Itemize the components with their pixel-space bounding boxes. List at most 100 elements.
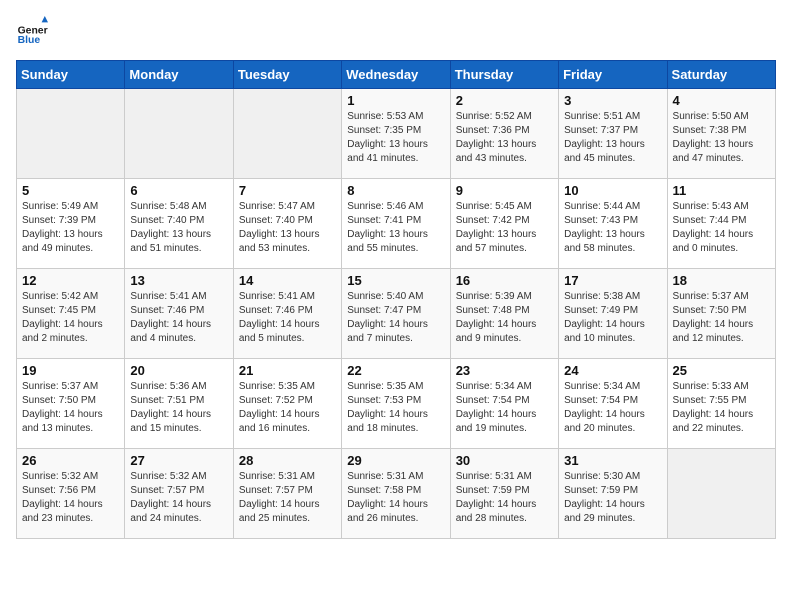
- calendar-cell: 20 Sunrise: 5:36 AM Sunset: 7:51 PM Dayli…: [125, 359, 233, 449]
- day-number: 2: [456, 93, 553, 108]
- day-info: Sunrise: 5:37 AM Sunset: 7:50 PM Dayligh…: [22, 380, 119, 436]
- calendar-table: SundayMondayTuesdayWednesdayThursdayFrid…: [16, 60, 776, 539]
- calendar-cell: 5 Sunrise: 5:49 AM Sunset: 7:39 PM Daylig…: [17, 179, 125, 269]
- calendar-cell: 7 Sunrise: 5:47 AM Sunset: 7:40 PM Daylig…: [233, 179, 341, 269]
- calendar-cell: 17 Sunrise: 5:38 AM Sunset: 7:49 PM Dayli…: [559, 269, 667, 359]
- logo: General Blue: [16, 16, 48, 48]
- day-number: 28: [239, 453, 336, 468]
- calendar-cell: [233, 89, 341, 179]
- calendar-cell: [667, 449, 775, 539]
- day-info: Sunrise: 5:44 AM Sunset: 7:43 PM Dayligh…: [564, 200, 661, 256]
- calendar-cell: 1Sunrise: 5:53 AM Sunset: 7:35 PM Daylig…: [342, 89, 450, 179]
- weekday-header-friday: Friday: [559, 61, 667, 89]
- weekday-header-sunday: Sunday: [17, 61, 125, 89]
- day-number: 24: [564, 363, 661, 378]
- day-info: Sunrise: 5:30 AM Sunset: 7:59 PM Dayligh…: [564, 470, 661, 526]
- page-header: General Blue: [16, 16, 776, 48]
- calendar-cell: 10 Sunrise: 5:44 AM Sunset: 7:43 PM Dayli…: [559, 179, 667, 269]
- day-info: Sunrise: 5:46 AM Sunset: 7:41 PM Dayligh…: [347, 200, 444, 256]
- day-info: Sunrise: 5:40 AM Sunset: 7:47 PM Dayligh…: [347, 290, 444, 346]
- calendar-cell: 8 Sunrise: 5:46 AM Sunset: 7:41 PM Daylig…: [342, 179, 450, 269]
- day-info: Sunrise: 5:42 AM Sunset: 7:45 PM Dayligh…: [22, 290, 119, 346]
- calendar-cell: 29 Sunrise: 5:31 AM Sunset: 7:58 PM Dayli…: [342, 449, 450, 539]
- day-info: Sunrise: 5:34 AM Sunset: 7:54 PM Dayligh…: [456, 380, 553, 436]
- day-number: 18: [673, 273, 770, 288]
- day-number: 1: [347, 93, 444, 108]
- day-number: 21: [239, 363, 336, 378]
- calendar-cell: 14Sunrise: 5:41 AM Sunset: 7:46 PM Dayli…: [233, 269, 341, 359]
- day-info: Sunrise: 5:32 AM Sunset: 7:57 PM Dayligh…: [130, 470, 227, 526]
- day-number: 8: [347, 183, 444, 198]
- day-info: Sunrise: 5:36 AM Sunset: 7:51 PM Dayligh…: [130, 380, 227, 436]
- calendar-cell: 9Sunrise: 5:45 AM Sunset: 7:42 PM Daylig…: [450, 179, 558, 269]
- day-info: Sunrise: 5:47 AM Sunset: 7:40 PM Dayligh…: [239, 200, 336, 256]
- calendar-cell: 28Sunrise: 5:31 AM Sunset: 7:57 PM Dayli…: [233, 449, 341, 539]
- day-info: Sunrise: 5:41 AM Sunset: 7:46 PM Dayligh…: [239, 290, 336, 346]
- day-number: 19: [22, 363, 119, 378]
- calendar-cell: 26Sunrise: 5:32 AM Sunset: 7:56 PM Dayli…: [17, 449, 125, 539]
- day-number: 13: [130, 273, 227, 288]
- day-info: Sunrise: 5:51 AM Sunset: 7:37 PM Dayligh…: [564, 110, 661, 166]
- weekday-header-thursday: Thursday: [450, 61, 558, 89]
- day-number: 3: [564, 93, 661, 108]
- day-number: 26: [22, 453, 119, 468]
- weekday-header-saturday: Saturday: [667, 61, 775, 89]
- calendar-week-2: 5 Sunrise: 5:49 AM Sunset: 7:39 PM Daylig…: [17, 179, 776, 269]
- calendar-cell: 27 Sunrise: 5:32 AM Sunset: 7:57 PM Dayli…: [125, 449, 233, 539]
- day-info: Sunrise: 5:35 AM Sunset: 7:52 PM Dayligh…: [239, 380, 336, 436]
- day-number: 31: [564, 453, 661, 468]
- calendar-week-5: 26Sunrise: 5:32 AM Sunset: 7:56 PM Dayli…: [17, 449, 776, 539]
- day-number: 5: [22, 183, 119, 198]
- day-info: Sunrise: 5:41 AM Sunset: 7:46 PM Dayligh…: [130, 290, 227, 346]
- calendar-cell: 11 Sunrise: 5:43 AM Sunset: 7:44 PM Dayli…: [667, 179, 775, 269]
- calendar-week-3: 12 Sunrise: 5:42 AM Sunset: 7:45 PM Dayli…: [17, 269, 776, 359]
- day-info: Sunrise: 5:52 AM Sunset: 7:36 PM Dayligh…: [456, 110, 553, 166]
- day-number: 27: [130, 453, 227, 468]
- svg-text:Blue: Blue: [18, 35, 41, 46]
- calendar-cell: 22 Sunrise: 5:35 AM Sunset: 7:53 PM Dayli…: [342, 359, 450, 449]
- day-number: 22: [347, 363, 444, 378]
- day-number: 25: [673, 363, 770, 378]
- calendar-cell: 13 Sunrise: 5:41 AM Sunset: 7:46 PM Dayli…: [125, 269, 233, 359]
- day-info: Sunrise: 5:35 AM Sunset: 7:53 PM Dayligh…: [347, 380, 444, 436]
- weekday-header-wednesday: Wednesday: [342, 61, 450, 89]
- day-number: 29: [347, 453, 444, 468]
- calendar-cell: 30 Sunrise: 5:31 AM Sunset: 7:59 PM Dayli…: [450, 449, 558, 539]
- calendar-cell: 12 Sunrise: 5:42 AM Sunset: 7:45 PM Dayli…: [17, 269, 125, 359]
- calendar-cell: [125, 89, 233, 179]
- calendar-cell: 2 Sunrise: 5:52 AM Sunset: 7:36 PM Daylig…: [450, 89, 558, 179]
- day-number: 12: [22, 273, 119, 288]
- calendar-cell: 4Sunrise: 5:50 AM Sunset: 7:38 PM Daylig…: [667, 89, 775, 179]
- day-info: Sunrise: 5:48 AM Sunset: 7:40 PM Dayligh…: [130, 200, 227, 256]
- calendar-cell: [17, 89, 125, 179]
- logo-icon: General Blue: [16, 16, 48, 48]
- day-info: Sunrise: 5:31 AM Sunset: 7:58 PM Dayligh…: [347, 470, 444, 526]
- day-info: Sunrise: 5:39 AM Sunset: 7:48 PM Dayligh…: [456, 290, 553, 346]
- day-number: 30: [456, 453, 553, 468]
- calendar-cell: 21 Sunrise: 5:35 AM Sunset: 7:52 PM Dayli…: [233, 359, 341, 449]
- calendar-cell: 24 Sunrise: 5:34 AM Sunset: 7:54 PM Dayli…: [559, 359, 667, 449]
- calendar-cell: 23 Sunrise: 5:34 AM Sunset: 7:54 PM Dayli…: [450, 359, 558, 449]
- day-number: 11: [673, 183, 770, 198]
- day-info: Sunrise: 5:31 AM Sunset: 7:59 PM Dayligh…: [456, 470, 553, 526]
- calendar-cell: 18 Sunrise: 5:37 AM Sunset: 7:50 PM Dayli…: [667, 269, 775, 359]
- day-number: 7: [239, 183, 336, 198]
- day-number: 6: [130, 183, 227, 198]
- day-number: 16: [456, 273, 553, 288]
- day-info: Sunrise: 5:34 AM Sunset: 7:54 PM Dayligh…: [564, 380, 661, 436]
- day-info: Sunrise: 5:38 AM Sunset: 7:49 PM Dayligh…: [564, 290, 661, 346]
- day-number: 15: [347, 273, 444, 288]
- calendar-cell: 3 Sunrise: 5:51 AM Sunset: 7:37 PM Daylig…: [559, 89, 667, 179]
- calendar-cell: 19 Sunrise: 5:37 AM Sunset: 7:50 PM Dayli…: [17, 359, 125, 449]
- day-number: 9: [456, 183, 553, 198]
- day-number: 10: [564, 183, 661, 198]
- day-info: Sunrise: 5:49 AM Sunset: 7:39 PM Dayligh…: [22, 200, 119, 256]
- day-info: Sunrise: 5:37 AM Sunset: 7:50 PM Dayligh…: [673, 290, 770, 346]
- day-number: 17: [564, 273, 661, 288]
- day-number: 4: [673, 93, 770, 108]
- day-info: Sunrise: 5:43 AM Sunset: 7:44 PM Dayligh…: [673, 200, 770, 256]
- day-number: 23: [456, 363, 553, 378]
- day-number: 20: [130, 363, 227, 378]
- calendar-cell: 15 Sunrise: 5:40 AM Sunset: 7:47 PM Dayli…: [342, 269, 450, 359]
- calendar-cell: 6 Sunrise: 5:48 AM Sunset: 7:40 PM Daylig…: [125, 179, 233, 269]
